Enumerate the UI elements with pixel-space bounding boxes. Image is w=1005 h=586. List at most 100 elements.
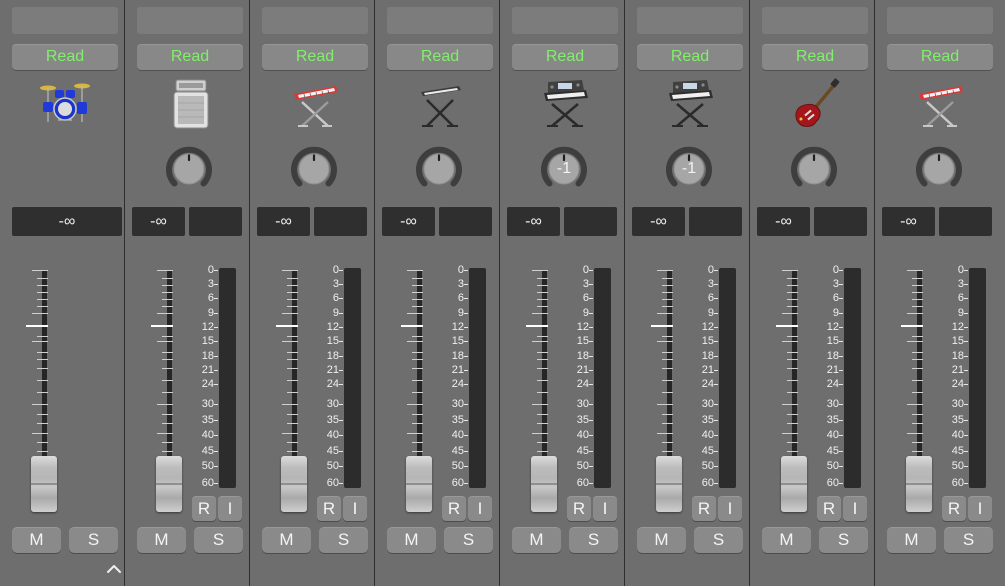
meter-scale-tick <box>964 356 968 357</box>
insert-slot[interactable] <box>637 7 743 34</box>
record-enable-button[interactable]: R <box>567 496 591 521</box>
keyboard-stand-icon[interactable] <box>413 78 467 130</box>
automation-mode-button[interactable]: Read <box>12 44 118 70</box>
mute-button[interactable]: M <box>887 527 936 553</box>
volume-fader-handle[interactable] <box>31 456 57 512</box>
meter-scale-label: 30 <box>201 398 214 410</box>
meter-scale-label: 40 <box>326 429 339 441</box>
mute-button[interactable]: M <box>387 527 436 553</box>
volume-fader-handle[interactable] <box>156 456 182 512</box>
fader-tick <box>787 292 798 293</box>
automation-mode-button[interactable]: Read <box>137 44 243 70</box>
pan-knob[interactable] <box>286 141 342 197</box>
pan-knob[interactable] <box>411 141 467 197</box>
meter-scale-label: 24 <box>951 378 964 390</box>
gain-display <box>939 207 992 236</box>
insert-slot[interactable] <box>262 7 368 34</box>
solo-button[interactable]: S <box>694 527 743 553</box>
meter-scale-label: 15 <box>201 335 214 347</box>
input-monitor-button[interactable]: I <box>718 496 742 521</box>
solo-button[interactable]: S <box>944 527 993 553</box>
meter-scale-label: 18 <box>201 350 214 362</box>
solo-button[interactable]: S <box>444 527 493 553</box>
insert-slot[interactable] <box>387 7 493 34</box>
automation-mode-button[interactable]: Read <box>762 44 868 70</box>
solo-button[interactable]: S <box>569 527 618 553</box>
input-monitor-button[interactable]: I <box>468 496 492 521</box>
meter-scale-label: 0 <box>332 264 339 276</box>
mute-button[interactable]: M <box>262 527 311 553</box>
meter-scale-label: 40 <box>201 429 214 441</box>
automation-mode-button[interactable]: Read <box>387 44 493 70</box>
mute-button[interactable]: M <box>137 527 186 553</box>
insert-slot[interactable] <box>12 7 118 34</box>
pan-knob[interactable]: -1 <box>536 141 592 197</box>
input-monitor-button[interactable]: I <box>843 496 867 521</box>
electric-guitar-icon[interactable] <box>788 78 842 130</box>
automation-mode-button[interactable]: Read <box>637 44 743 70</box>
meter-scale-label: 12 <box>701 321 714 333</box>
record-enable-button[interactable]: R <box>817 496 841 521</box>
input-monitor-button[interactable]: I <box>968 496 992 521</box>
volume-fader-handle[interactable] <box>656 456 682 512</box>
solo-button[interactable]: S <box>69 527 118 553</box>
meter-scale-tick <box>714 341 718 342</box>
mute-button[interactable]: M <box>12 527 61 553</box>
volume-fader-handle[interactable] <box>531 456 557 512</box>
fader-tick <box>276 325 298 327</box>
solo-button[interactable]: S <box>819 527 868 553</box>
record-enable-button[interactable]: R <box>942 496 966 521</box>
drum-kit-icon[interactable] <box>38 78 92 130</box>
meter-scale-tick <box>339 270 343 271</box>
input-monitor-button[interactable]: I <box>218 496 242 521</box>
keyboard-red-icon[interactable] <box>913 78 967 130</box>
automation-mode-button[interactable]: Read <box>887 44 993 70</box>
meter-scale-label: 0 <box>957 264 964 276</box>
mute-button[interactable]: M <box>637 527 686 553</box>
input-monitor-button[interactable]: I <box>343 496 367 521</box>
mute-button[interactable]: M <box>762 527 811 553</box>
meter-scale-tick <box>964 370 968 371</box>
meter-scale-label: 12 <box>201 321 214 333</box>
mute-button[interactable]: M <box>512 527 561 553</box>
solo-button[interactable]: S <box>194 527 243 553</box>
pan-knob[interactable] <box>786 141 842 197</box>
keyboard-red-icon[interactable] <box>288 78 342 130</box>
fader-tick <box>662 414 673 415</box>
pan-knob[interactable] <box>161 141 217 197</box>
solo-button[interactable]: S <box>319 527 368 553</box>
automation-mode-button[interactable]: Read <box>512 44 618 70</box>
fader-tick <box>162 359 173 360</box>
insert-slot[interactable] <box>762 7 868 34</box>
synth-workstation-icon[interactable] <box>663 78 717 130</box>
meter-scale-label: 3 <box>707 278 714 290</box>
fader-tick <box>287 336 298 337</box>
meter-scale-label: 0 <box>582 264 589 276</box>
volume-fader-handle[interactable] <box>906 456 932 512</box>
volume-fader-handle[interactable] <box>281 456 307 512</box>
record-enable-button[interactable]: R <box>317 496 341 521</box>
meter-scale-tick <box>214 435 218 436</box>
pan-knob[interactable]: -1 <box>661 141 717 197</box>
meter-scale-label: 50 <box>576 460 589 472</box>
fader-tick <box>162 392 173 393</box>
record-enable-button[interactable]: R <box>192 496 216 521</box>
insert-slot[interactable] <box>512 7 618 34</box>
meter-scale-label: 0 <box>457 264 464 276</box>
meter-scale-tick <box>339 284 343 285</box>
synth-workstation-icon[interactable] <box>538 78 592 130</box>
automation-mode-button[interactable]: Read <box>262 44 368 70</box>
insert-slot[interactable] <box>137 7 243 34</box>
amp-icon[interactable] <box>163 78 217 130</box>
record-enable-button[interactable]: R <box>692 496 716 521</box>
fader-tick <box>287 442 298 443</box>
chevron-up-icon[interactable] <box>105 562 123 576</box>
pan-knob[interactable] <box>911 141 967 197</box>
fader-tick <box>657 404 673 405</box>
fader-tick <box>287 278 298 279</box>
input-monitor-button[interactable]: I <box>593 496 617 521</box>
insert-slot[interactable] <box>887 7 993 34</box>
volume-fader-handle[interactable] <box>406 456 432 512</box>
volume-fader-handle[interactable] <box>781 456 807 512</box>
record-enable-button[interactable]: R <box>442 496 466 521</box>
